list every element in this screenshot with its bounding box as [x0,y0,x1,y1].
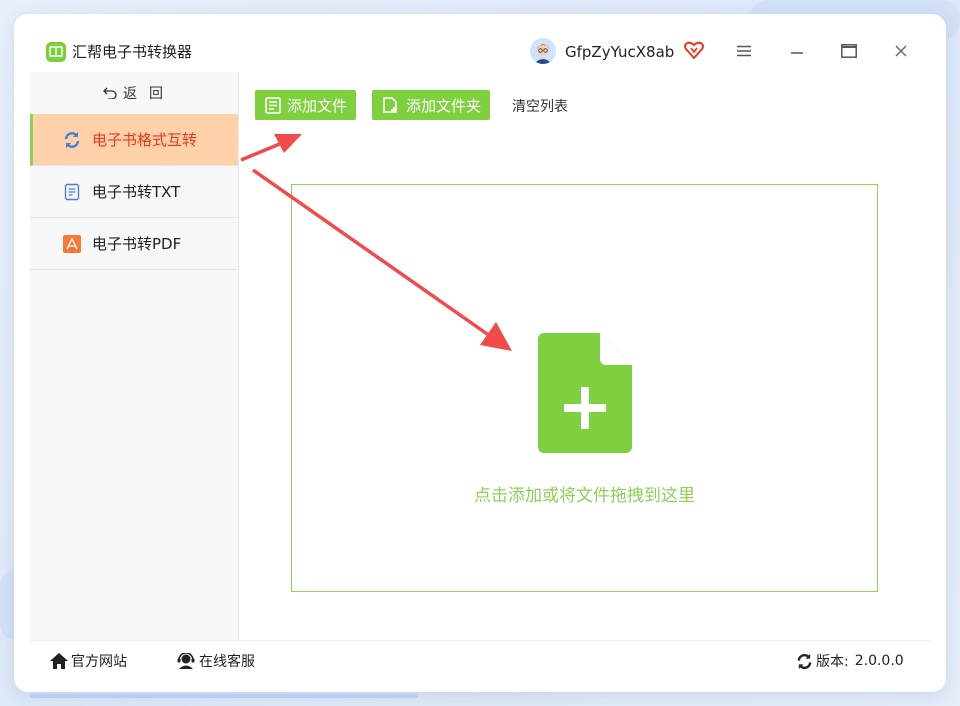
back-label-2: 回 [149,86,165,102]
official-website-link[interactable]: 官方网站 [50,651,127,671]
file-list-icon [265,96,281,114]
drop-hint: 点击添加或将文件拖拽到这里 [474,486,695,506]
menu-icon[interactable] [729,36,759,66]
sync-icon [62,130,82,150]
clear-list-button[interactable]: 清空列表 [512,96,568,116]
version-label: 版本: [816,654,849,670]
minimize-icon[interactable] [782,36,812,66]
username[interactable]: GfpZyYucX8ab [565,42,674,62]
back-label: 返 [123,86,139,102]
version-value: 2.0.0.0 [854,653,904,669]
sidebar-item-label: 电子书转PDF [92,235,182,253]
version-info: 版本: 2.0.0.0 [796,651,904,671]
sidebar-item-format-convert[interactable]: 电子书格式互转 [30,114,238,166]
maximize-icon[interactable] [834,36,864,66]
back-button[interactable]: 返 回 [30,72,238,114]
support-agent-icon [176,653,196,669]
add-file-label: 添加文件 [287,96,348,115]
app-logo-icon [46,42,66,62]
online-support-link[interactable]: 在线客服 [176,651,255,671]
back-arrow-icon [103,87,117,99]
official-website-label: 官方网站 [71,654,127,670]
online-support-label: 在线客服 [199,654,255,670]
sidebar-item-label: 电子书格式互转 [92,131,198,149]
add-folder-label: 添加文件夹 [406,96,482,115]
add-document-icon[interactable] [538,333,632,457]
close-icon[interactable] [886,36,916,66]
home-icon [50,653,68,669]
sidebar-item-to-txt[interactable]: 电子书转TXT [30,166,238,218]
txt-doc-icon [62,182,82,202]
update-sync-icon [796,653,813,670]
pdf-icon [62,234,82,254]
app-title: 汇帮电子书转换器 [72,43,193,61]
app-window: 汇帮电子书转换器 GfpZyYucX8ab 返 回 电子书格式互转 电子书转TX… [14,14,946,692]
sidebar-item-label: 电子书转TXT [92,183,181,201]
add-file-button[interactable]: 添加文件 [255,90,357,120]
title-bar: 汇帮电子书转换器 GfpZyYucX8ab [14,14,946,72]
horizontal-scrollbar[interactable] [30,694,418,698]
add-folder-button[interactable]: 添加文件夹 [372,90,491,120]
sidebar-item-to-pdf[interactable]: 电子书转PDF [30,218,238,270]
file-drop-zone[interactable]: 点击添加或将文件拖拽到这里 [291,184,878,592]
vip-heart-icon[interactable] [684,41,704,63]
user-avatar[interactable] [530,38,556,64]
sidebar: 返 回 电子书格式互转 电子书转TXT 电子书转PDF [30,72,239,640]
footer-bar: 官方网站 在线客服 版本: 2.0.0.0 [30,640,930,681]
add-file-icon [382,96,400,114]
